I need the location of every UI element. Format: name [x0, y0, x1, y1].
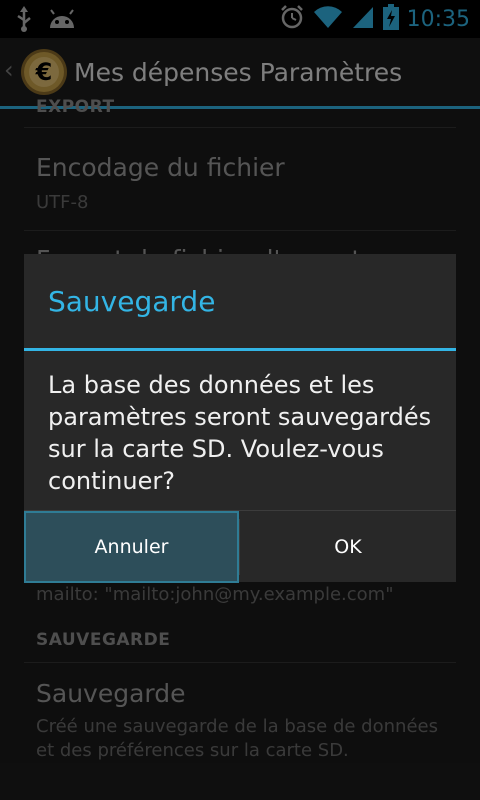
dialog-button-bar: Annuler OK [24, 510, 456, 583]
ok-button[interactable]: OK [240, 511, 456, 583]
dialog-message: La base des données et les paramètres se… [48, 371, 432, 495]
backup-dialog: Sauvegarde La base des données et les pa… [24, 254, 456, 583]
dialog-title-divider [24, 348, 456, 351]
cancel-button[interactable]: Annuler [24, 511, 239, 583]
dialog-title: Sauvegarde [48, 285, 216, 318]
